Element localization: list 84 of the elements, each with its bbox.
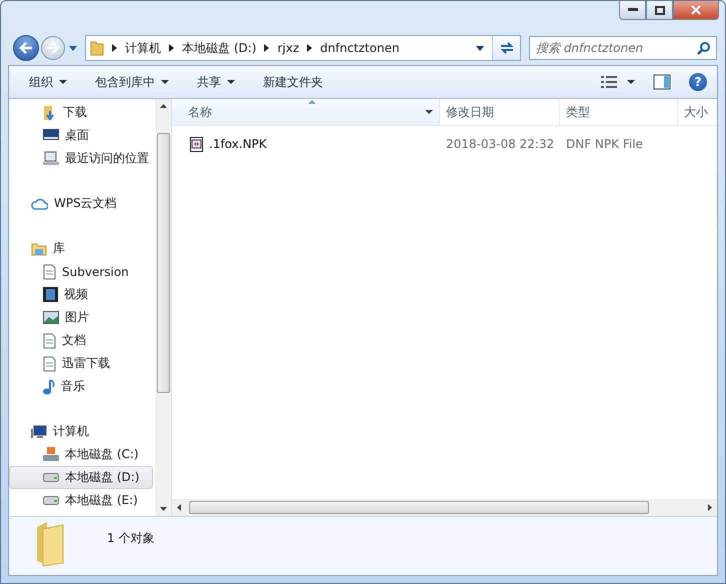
sidebar-item[interactable]: 本地磁盘 (D:)	[9, 466, 153, 489]
scroll-down-icon	[160, 507, 166, 511]
item-count: 1 个对象	[107, 530, 154, 547]
folder-icon	[90, 40, 104, 56]
refresh-button[interactable]	[492, 36, 520, 60]
breadcrumb-segment[interactable]: dnfnctztonen	[320, 41, 400, 55]
sidebar-item[interactable]: 本地磁盘 (E:)	[9, 489, 153, 512]
close-icon	[691, 5, 701, 15]
caret-icon[interactable]	[627, 80, 635, 84]
picture-icon	[43, 311, 59, 324]
sidebar-item[interactable]: 视频	[9, 283, 153, 306]
chevron-icon	[264, 44, 270, 52]
breadcrumb-segment[interactable]: 本地磁盘 (D:)	[182, 40, 256, 56]
search-field[interactable]: 搜索 dnfnctztonen	[529, 36, 717, 60]
caret-icon	[161, 80, 169, 84]
file-icon	[190, 136, 203, 152]
sidebar-header[interactable]: 库	[9, 237, 155, 260]
minimize-icon	[628, 8, 638, 12]
breadcrumb-segment[interactable]: 计算机	[125, 40, 161, 56]
back-arrow-icon	[19, 42, 33, 54]
scroll-up-icon	[160, 104, 166, 108]
dropdown-caret-icon[interactable]	[476, 46, 484, 50]
document-icon	[43, 356, 56, 372]
chevron-icon	[112, 44, 117, 52]
document-icon	[43, 332, 56, 348]
scroll-right-icon	[708, 504, 712, 511]
sidebar-header[interactable]: 计算机	[9, 420, 155, 443]
music-note-icon	[43, 378, 55, 394]
scroll-thumb[interactable]	[189, 501, 649, 514]
breadcrumb-segment[interactable]: rjxz	[277, 41, 300, 55]
history-caret-icon[interactable]	[69, 46, 77, 50]
sidebar-item[interactable]: 图片	[9, 306, 153, 329]
forward-arrow-icon	[46, 42, 60, 54]
vertical-scrollbar[interactable]	[155, 99, 171, 516]
cloud-icon	[31, 198, 48, 210]
sidebar-item[interactable]: Subversion	[9, 260, 153, 283]
library-folder-icon	[31, 242, 47, 256]
caret-icon	[227, 80, 235, 84]
address-bar[interactable]: 计算机 本地磁盘 (D:) rjxz dnfnctztonen	[85, 35, 521, 61]
toolbar-button[interactable]: 共享	[189, 70, 243, 94]
sort-arrow-icon	[308, 100, 316, 104]
computer-icon	[31, 424, 47, 438]
sidebar-item[interactable]: 本地磁盘 (C:)	[9, 443, 153, 466]
scroll-thumb[interactable]	[156, 132, 170, 392]
scroll-left-icon	[177, 504, 181, 511]
recent-places-icon	[43, 151, 59, 166]
sidebar-item[interactable]: 迅雷下载	[9, 352, 153, 375]
sidebar-item[interactable]: 文档	[9, 329, 153, 352]
horizontal-scrollbar[interactable]	[172, 499, 717, 516]
maximize-icon	[654, 6, 664, 14]
table-cell-text: 2018-03-08 22:32	[445, 136, 556, 153]
chevron-icon	[307, 44, 312, 52]
back-button[interactable]	[13, 35, 39, 61]
desktop-icon	[43, 129, 59, 142]
view-list-icon[interactable]	[601, 76, 617, 88]
system-drive-icon	[43, 447, 59, 462]
toolbar-button[interactable]: 组织	[21, 70, 75, 94]
column-header[interactable]: 名称	[172, 99, 440, 125]
toolbar-button[interactable]: 新建文件夹	[255, 70, 331, 94]
sidebar-item[interactable]: 下载	[9, 101, 153, 124]
minimize-button[interactable]	[619, 1, 646, 20]
drive-icon	[43, 473, 59, 482]
file-name[interactable]: .1fox.NPK	[172, 133, 440, 155]
maximize-button[interactable]	[646, 1, 673, 20]
search-icon	[697, 41, 711, 55]
column-header[interactable]: 大小	[678, 99, 717, 125]
table-cell-text: DNF NPK File	[565, 136, 644, 153]
caret-icon	[425, 110, 433, 114]
chevron-icon	[169, 44, 174, 52]
sidebar-item[interactable]: 音乐	[9, 375, 153, 398]
caret-icon	[59, 80, 67, 84]
document-icon	[43, 264, 56, 280]
sidebar-item[interactable]: 最近访问的位置	[9, 147, 153, 170]
close-button[interactable]	[673, 1, 719, 20]
refresh-icon	[498, 41, 514, 55]
column-header[interactable]: 修改日期	[440, 99, 560, 125]
toolbar-button[interactable]: 包含到库中	[87, 70, 177, 94]
film-icon	[43, 287, 58, 302]
column-header[interactable]: 类型	[560, 99, 678, 125]
drive-icon	[43, 496, 59, 505]
sidebar-item[interactable]: 桌面	[9, 124, 153, 147]
preview-pane-icon[interactable]	[653, 74, 671, 90]
help-button[interactable]: ?	[689, 73, 707, 91]
sidebar-header[interactable]: WPS云文档	[9, 192, 155, 215]
